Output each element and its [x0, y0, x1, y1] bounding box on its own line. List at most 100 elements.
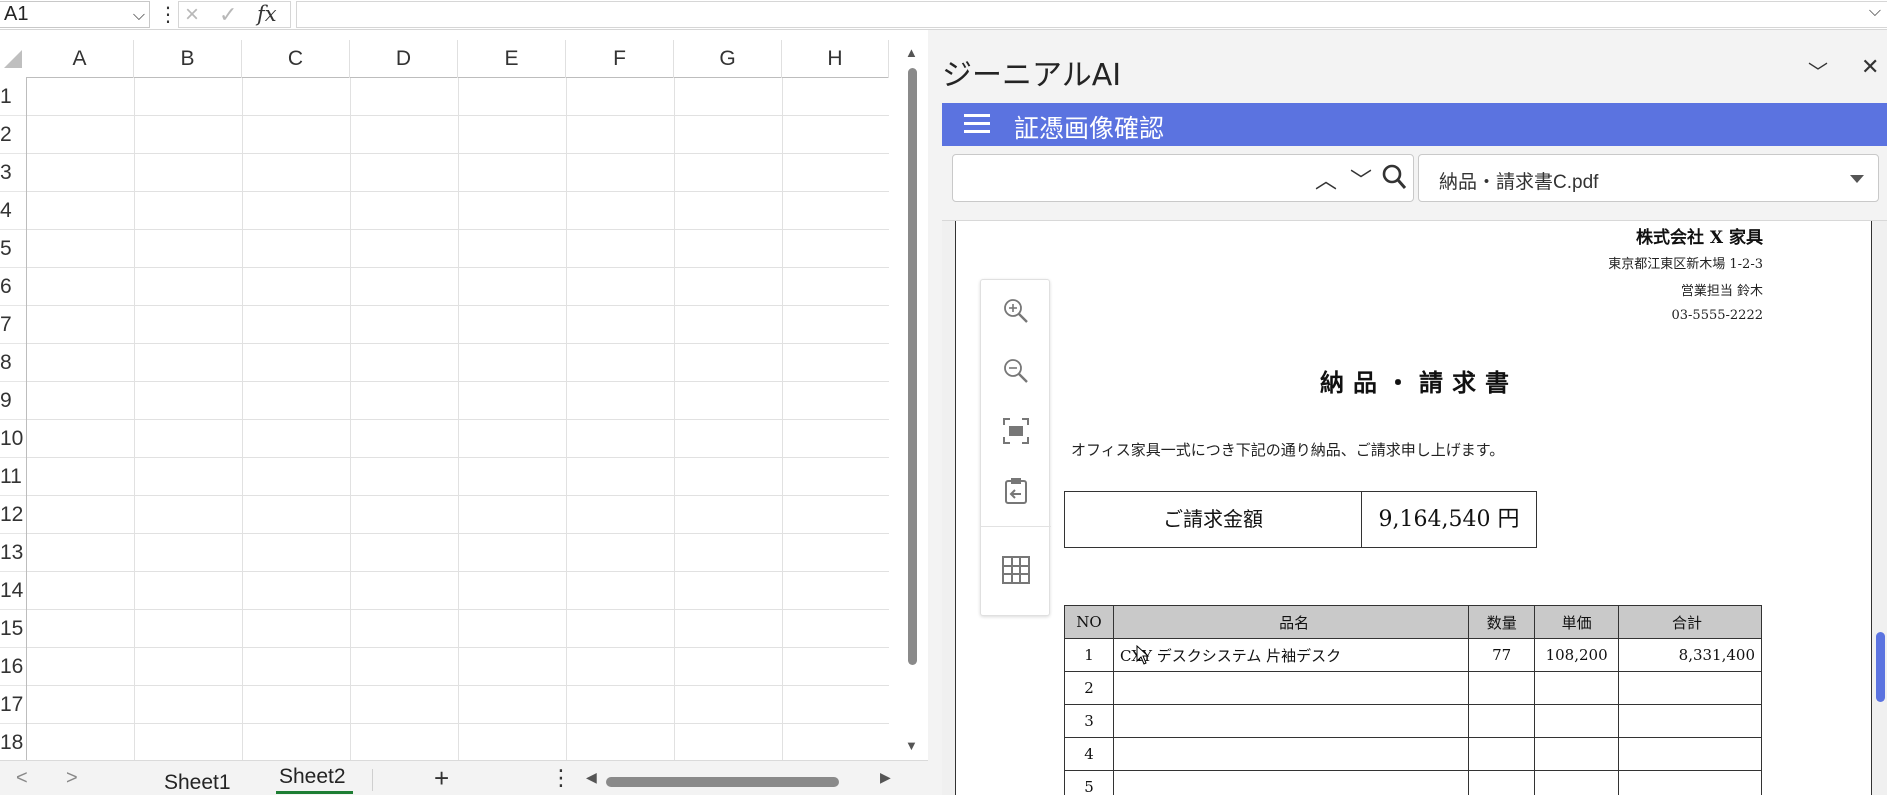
- menu-icon[interactable]: [964, 114, 990, 134]
- scroll-down-icon[interactable]: ▼: [905, 738, 918, 753]
- mouse-cursor-icon: [1136, 645, 1150, 665]
- column-header-f[interactable]: F: [566, 40, 674, 78]
- column-header-g[interactable]: G: [674, 40, 782, 78]
- check-icon[interactable]: ✓: [219, 2, 237, 28]
- items-table: NO 品名 数量 単価 合計 1 CXY デスクシステム 片袖デスク 77 10…: [1064, 605, 1762, 795]
- chevron-down-icon[interactable]: ⌵: [133, 3, 145, 28]
- divider: [372, 769, 373, 791]
- row-header[interactable]: 10: [0, 420, 26, 458]
- row-header[interactable]: 12: [0, 496, 26, 534]
- row-header[interactable]: 6: [0, 268, 26, 306]
- cell-qty: [1468, 737, 1536, 771]
- paste-back-icon: [1005, 478, 1027, 504]
- row-header[interactable]: 1: [0, 78, 26, 116]
- column-header-c[interactable]: C: [242, 40, 350, 78]
- cell-price: [1534, 770, 1620, 795]
- row-header[interactable]: 17: [0, 686, 26, 724]
- previous-sheet-icon[interactable]: <: [16, 767, 28, 790]
- close-icon[interactable]: ✕: [1861, 54, 1879, 80]
- cell-name: [1112, 770, 1470, 795]
- function-icon[interactable]: fx: [257, 2, 277, 26]
- add-sheet-button[interactable]: +: [434, 763, 449, 794]
- amount-label: ご請求金額: [1065, 492, 1362, 547]
- cell-price: 108,200: [1534, 638, 1620, 672]
- search-input[interactable]: ︿ ﹀: [952, 154, 1414, 202]
- document-page: 株式会社 X 家具 東京都江東区新木場 1-2-3 営業担当 鈴木 03-555…: [955, 221, 1872, 795]
- table-row: 5: [1064, 770, 1762, 795]
- row-header[interactable]: 15: [0, 610, 26, 648]
- vertical-scrollbar[interactable]: ▲ ▼: [901, 40, 923, 760]
- row-header[interactable]: 13: [0, 534, 26, 572]
- cell-area[interactable]: [26, 78, 889, 762]
- search-icon[interactable]: [1381, 163, 1407, 191]
- next-sheet-icon[interactable]: >: [66, 767, 78, 790]
- column-headers: A B C D E F G H: [26, 40, 889, 78]
- document-representative: 営業担当 鈴木: [1680, 284, 1763, 299]
- horizontal-scroll-thumb[interactable]: [606, 777, 839, 787]
- name-box-value: A1: [4, 3, 29, 25]
- select-all-corner[interactable]: [0, 40, 26, 78]
- dropdown-arrow-icon[interactable]: [1850, 175, 1864, 183]
- sheet-tab-sheet2[interactable]: Sheet2: [279, 765, 346, 789]
- name-box[interactable]: A1 ⌵: [0, 1, 150, 28]
- row-header[interactable]: 2: [0, 116, 26, 154]
- row-header[interactable]: 7: [0, 306, 26, 344]
- cell-qty: 77: [1468, 638, 1536, 672]
- sheet-tab-sheet1[interactable]: Sheet1: [164, 771, 231, 795]
- zoom-out-button[interactable]: [981, 340, 1051, 400]
- document-viewer[interactable]: 株式会社 X 家具 東京都江東区新木場 1-2-3 営業担当 鈴木 03-555…: [942, 220, 1887, 795]
- column-header-e[interactable]: E: [458, 40, 566, 78]
- zoom-out-icon: [1004, 359, 1028, 383]
- row-header[interactable]: 3: [0, 154, 26, 192]
- cell-total: [1618, 704, 1762, 738]
- cell-qty: [1468, 671, 1536, 705]
- table-row: 2: [1064, 671, 1762, 705]
- document-scrollbar[interactable]: [1872, 221, 1887, 795]
- paste-back-button[interactable]: [981, 460, 1051, 520]
- document-address: 東京都江東区新木場 1-2-3: [1608, 257, 1763, 272]
- cell-no: 5: [1064, 770, 1114, 795]
- row-header[interactable]: 4: [0, 192, 26, 230]
- file-select[interactable]: 納品・請求書C.pdf: [1418, 154, 1879, 202]
- row-header[interactable]: 16: [0, 648, 26, 686]
- zoom-in-icon: [1004, 299, 1028, 323]
- row-header[interactable]: 9: [0, 382, 26, 420]
- column-header: 品名: [1112, 605, 1470, 639]
- scroll-right-icon[interactable]: ▶: [880, 769, 891, 786]
- table-row: 3: [1064, 704, 1762, 738]
- fit-page-button[interactable]: [981, 400, 1051, 460]
- row-header[interactable]: 5: [0, 230, 26, 268]
- scroll-left-icon[interactable]: ◀: [586, 769, 597, 786]
- row-header[interactable]: 14: [0, 572, 26, 610]
- document-title: 納品・請求書: [1320, 368, 1518, 397]
- column-header-b[interactable]: B: [134, 40, 242, 78]
- document-scroll-thumb[interactable]: [1876, 632, 1885, 702]
- chevron-up-icon[interactable]: ︿: [1315, 163, 1337, 195]
- cancel-icon[interactable]: ×: [185, 1, 199, 29]
- table-row: 1 CXY デスクシステム 片袖デスク 77 108,200 8,331,400: [1064, 638, 1762, 672]
- app-header-bar: 証憑画像確認: [942, 103, 1887, 146]
- row-header[interactable]: 8: [0, 344, 26, 382]
- formula-bar: A1 ⌵ ⋮ × ✓ fx ⌵: [0, 0, 1887, 30]
- app-header-title: 証憑画像確認: [1014, 115, 1165, 143]
- chevron-down-icon[interactable]: ﹀: [1808, 56, 1828, 85]
- vertical-scroll-thumb[interactable]: [908, 68, 917, 665]
- more-vertical-icon[interactable]: ⋮: [158, 2, 178, 27]
- row-header[interactable]: 11: [0, 458, 26, 496]
- column-header-d[interactable]: D: [350, 40, 458, 78]
- formula-input[interactable]: ⌵: [296, 1, 1887, 28]
- expand-formula-icon[interactable]: ⌵: [1869, 3, 1881, 21]
- table-view-button[interactable]: [981, 526, 1051, 614]
- pane-divider[interactable]: [928, 30, 942, 795]
- scroll-up-icon[interactable]: ▲: [905, 45, 918, 60]
- cell-no: 4: [1064, 737, 1114, 771]
- row-header[interactable]: 18: [0, 724, 26, 762]
- zoom-in-button[interactable]: [981, 280, 1051, 340]
- cell-name: [1112, 737, 1470, 771]
- column-header: 合計: [1618, 605, 1762, 639]
- more-vertical-icon[interactable]: ⋮: [550, 765, 572, 791]
- column-header-a[interactable]: A: [26, 40, 134, 78]
- column-header: NO: [1064, 605, 1114, 639]
- column-header-h[interactable]: H: [782, 40, 889, 78]
- chevron-down-icon[interactable]: ﹀: [1350, 163, 1372, 195]
